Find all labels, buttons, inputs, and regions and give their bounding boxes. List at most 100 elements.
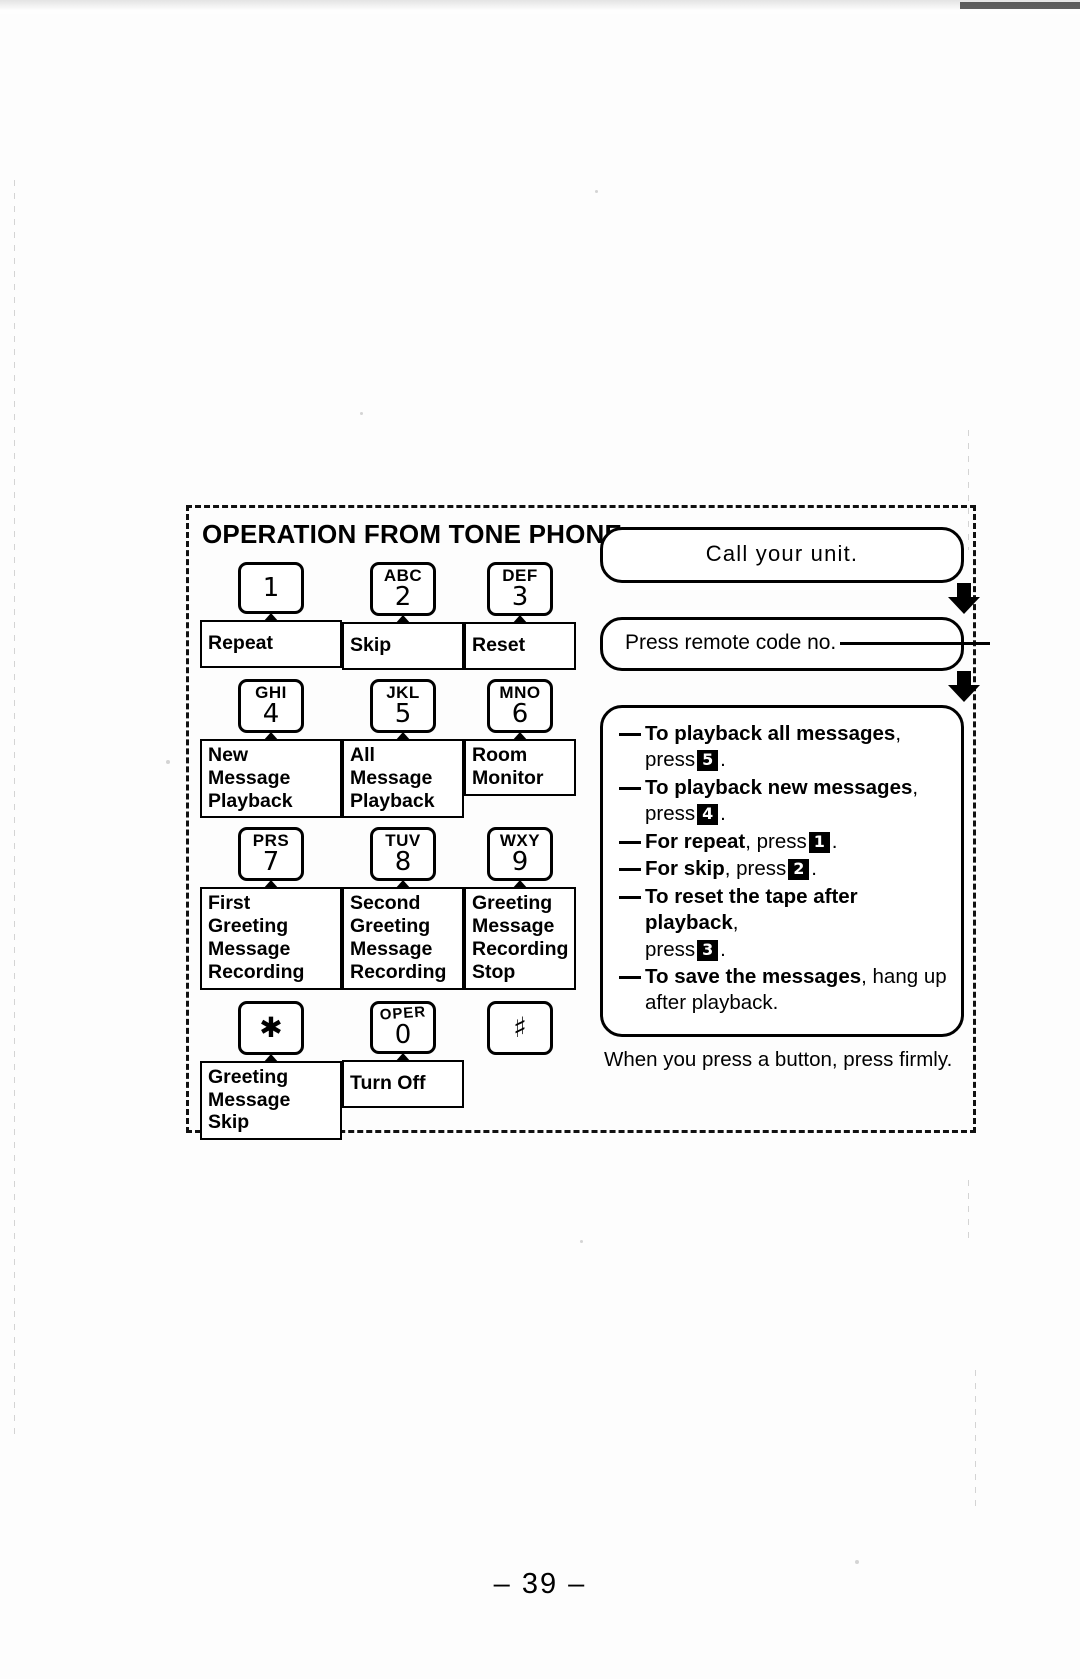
key-digit: 9 [511,847,529,878]
flow-step-call-unit: Call your unit. [600,527,964,583]
label-line: Second Greeting Message Recording [350,892,447,983]
dash-icon [619,787,641,791]
keypad-row-3: PRS 7 First Greeting Message Recording T… [200,827,585,990]
arrow-up-icon [512,880,528,890]
key-label-greeting-message-skip: Greeting Message Skip [200,1060,342,1141]
key-digit: 5 [394,699,412,729]
key-digit: 6 [511,699,529,729]
key-7[interactable]: PRS 7 [238,827,304,882]
list-item: To reset the tape after playback, press 3… [619,884,949,963]
key-label-second-greeting-message-recording: Second Greeting Message Recording [342,887,464,990]
flow-arrow-1 [600,583,980,617]
key-2[interactable]: ABC 2 [370,562,436,616]
dash-icon [619,895,641,899]
scan-speck [166,760,170,764]
label-line: New Message Playback [208,744,293,812]
key-4[interactable]: GHI 4 [238,679,304,733]
keycap-4: 4 [697,804,719,826]
dash-icon [619,733,641,737]
instruction-period: . [811,857,817,881]
arrow-up-icon [395,732,411,741]
flow-step-remote-code-text: Press remote code no. [625,631,837,654]
key-9[interactable]: WXY 9 [487,827,553,882]
key-3[interactable]: DEF 3 [487,562,553,616]
flow-step-instructions: To playback all messages, press 5. To pla… [600,705,964,1037]
dash-icon [619,841,641,845]
list-item: To playback new messages, press 4. [619,775,949,828]
list-item: To save the messages, hang up after play… [619,964,949,1017]
instruction-press-word: press [645,748,696,772]
key-cell-6: MNO 6 Room Monitor [464,679,576,818]
label-line: Room Monitor [472,744,544,789]
scan-speck [595,190,598,193]
key-label-room-monitor: Room Monitor [464,739,576,796]
dash-icon [619,976,641,980]
scan-margin-rule-left [14,180,15,1440]
keycap-5: 5 [697,750,719,772]
instruction-period: . [720,748,726,772]
dash-icon [619,868,641,872]
instruction-after-playback: after playback. [645,991,779,1015]
key-cell-4: GHI 4 New Message Playback [200,679,342,819]
key-1[interactable]: 1 [238,562,304,614]
instruction-press-word: press [645,937,696,961]
key-digit: 2 [394,582,412,612]
arrow-up-icon [395,880,411,890]
key-digit: 8 [394,847,412,878]
keycap-1: 1 [808,831,830,853]
key-8[interactable]: TUV 8 [370,827,436,882]
key-digit: 7 [262,847,280,878]
key-cell-7: PRS 7 First Greeting Message Recording [200,827,342,990]
page-title: OPERATION FROM TONE PHONE [202,519,623,549]
keycap-3: 3 [697,939,719,961]
instruction-period: . [831,829,838,853]
scan-margin-rule-right-3 [975,1370,976,1510]
scan-edge-dark-artifact [960,2,1080,9]
scan-speck [855,1560,859,1564]
key-label-skip: Skip [342,622,464,670]
scan-speck [580,1240,583,1243]
key-digit: 3 [511,582,529,612]
instruction-list: To playback all messages, press 5. To pla… [619,721,949,1017]
instruction-tail: , [745,829,751,853]
arrow-up-icon [395,1052,411,1062]
key-0[interactable]: OPER 0 [370,1000,436,1054]
key-hash[interactable]: ♯ [487,1000,553,1055]
arrow-up-icon [395,615,411,624]
key-digit: 4 [262,699,280,729]
arrow-up-icon [263,732,279,741]
scan-speck [360,412,363,415]
instruction-bold: For skip [645,857,725,881]
instruction-bold: To reset the tape after playback [645,884,858,935]
key-6[interactable]: MNO 6 [487,679,553,733]
scan-margin-rule-right-2 [968,1180,969,1240]
instruction-bold: To playback new messages [645,775,913,799]
instruction-bold: To playback all messages [645,722,896,745]
key-5[interactable]: JKL 5 [370,679,436,733]
keypad-diagram: OPERATION FROM TONE PHONE 1 Repeat ABC 2… [200,519,623,1141]
key-digit: 1 [262,573,280,603]
keycap-2: 2 [788,859,810,881]
instruction-hang-up: hang up [872,964,947,988]
key-label-all-message-playback: All Message Playback [342,739,464,819]
instruction-press-word: press [736,857,787,881]
arrow-up-icon [512,615,528,624]
label-line: First Greeting Message Recording [208,892,305,983]
key-cell-8: TUV 8 Second Greeting Message Recording [342,827,464,990]
flow-step-remote-code: Press remote code no. [600,617,991,671]
instruction-period: . [720,802,726,826]
arrow-up-icon [263,1053,279,1063]
row-spacer [200,670,585,679]
key-star[interactable]: ✱ [238,1000,304,1055]
key-label-reset: Reset [464,622,576,670]
label-line: All Message Playback [350,744,435,812]
row-spacer [200,818,585,827]
instruction-period: . [720,937,726,961]
key-label-turn-off: Turn Off [342,1059,464,1108]
page-number: – 39 – [493,1568,587,1600]
key-label-greeting-message-recording-stop: Greeting Message Recording Stop [464,887,576,990]
list-item: To playback all messages, press 5. [619,721,949,774]
instruction-tail: , [861,964,867,988]
instruction-tail: , [912,775,919,799]
label-line: Greeting Message Recording Stop [472,892,569,983]
